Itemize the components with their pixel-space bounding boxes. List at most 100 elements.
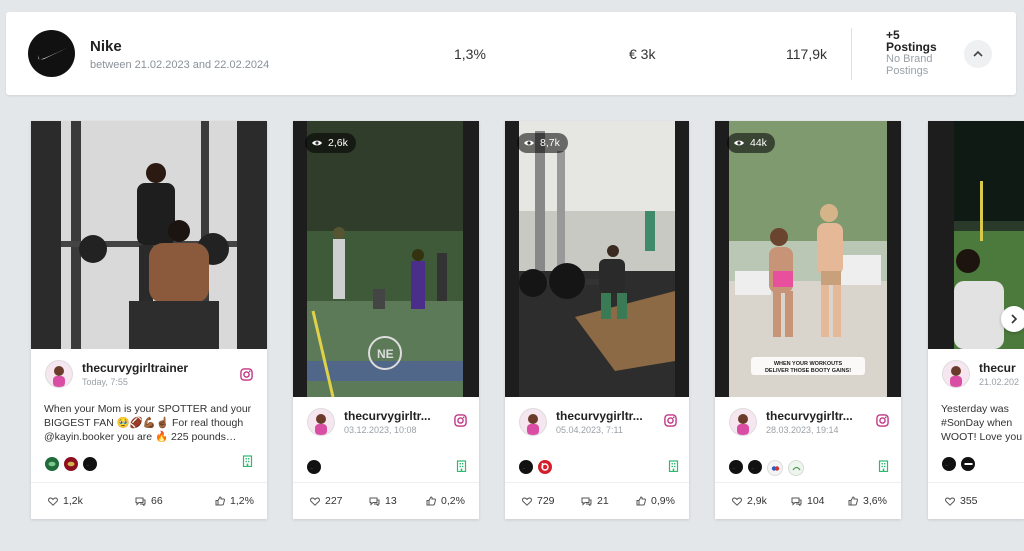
comments-count: 21 — [597, 495, 609, 507]
collapse-button[interactable] — [964, 40, 992, 68]
username[interactable]: thecurvygirltr... — [766, 409, 853, 423]
svg-text:DELIVER THOSE BOOTY GAINS!: DELIVER THOSE BOOTY GAINS! — [765, 368, 851, 374]
brand-tags — [942, 457, 975, 471]
engagement-metric: 1,2% — [215, 495, 254, 507]
brand-logo[interactable] — [767, 460, 783, 476]
brand-logo[interactable] — [788, 460, 804, 476]
views-badge: 8,7k — [517, 133, 568, 153]
company-icon — [242, 455, 253, 467]
avatar[interactable] — [307, 408, 335, 436]
post-author[interactable]: thecur 21.02.202 — [942, 360, 1019, 388]
nike-logo — [28, 30, 75, 77]
post-metrics: 2,9k 104 3,6% — [715, 482, 901, 519]
brand-logo[interactable] — [45, 457, 59, 471]
username[interactable]: thecur — [979, 361, 1019, 375]
brand-logo[interactable] — [64, 457, 78, 471]
thumbs-up-icon — [848, 496, 858, 506]
post-author[interactable]: thecurvygirltrainer Today, 7:55 — [45, 360, 188, 388]
heart-icon — [310, 496, 320, 506]
brand-tags — [45, 457, 97, 471]
likes-count: 227 — [325, 495, 343, 507]
comments-count: 13 — [385, 495, 397, 507]
likes-count: 2,9k — [747, 495, 767, 507]
username[interactable]: thecurvygirltr... — [344, 409, 431, 423]
post-metrics: 227 13 0,2% — [293, 482, 479, 519]
beats-brand-logo[interactable] — [538, 460, 552, 474]
comments-metric: 66 — [135, 495, 163, 507]
eye-icon — [524, 140, 534, 146]
nike-brand-logo[interactable] — [83, 457, 97, 471]
username[interactable]: thecurvygirltrainer — [82, 361, 188, 375]
comments-metric: 104 — [791, 495, 825, 507]
heart-icon — [48, 496, 58, 506]
heart-icon — [732, 496, 742, 506]
post-date: 03.12.2023, 10:08 — [344, 425, 417, 435]
post-card-1[interactable]: thecurvygirltrainer Today, 7:55 When you… — [31, 121, 267, 519]
chevron-up-icon — [973, 50, 983, 57]
postings-summary: +5 Postings No Brand Postings — [886, 29, 937, 77]
post-date: 28.03.2023, 19:14 — [766, 425, 839, 435]
heart-icon — [945, 496, 955, 506]
post-caption: When your Mom is your SPOTTER and your B… — [44, 403, 252, 443]
postings-label: Postings — [886, 40, 937, 54]
no-brand-label-1: No Brand — [886, 53, 933, 65]
date-range: between 21.02.2023 and 22.02.2024 — [90, 59, 270, 71]
post-video-thumbnail[interactable]: 8,7k — [505, 121, 689, 397]
comment-icon — [135, 497, 146, 506]
brand-logo[interactable] — [961, 457, 975, 471]
post-caption: Yesterday was #SonDay when WOOT! Love yo… — [941, 403, 1023, 443]
avatar[interactable] — [45, 360, 73, 388]
nike-brand-logo[interactable] — [519, 460, 533, 474]
nike-brand-logo[interactable] — [729, 460, 743, 474]
comments-count: 66 — [151, 495, 163, 507]
post-date: 21.02.202 — [979, 377, 1020, 387]
avatar[interactable] — [519, 408, 547, 436]
avatar[interactable] — [942, 360, 970, 388]
post-author[interactable]: thecurvygirltr... 03.12.2023, 10:08 — [307, 408, 431, 436]
views-badge: 44k — [727, 133, 775, 153]
brand-tags — [729, 460, 804, 476]
post-author[interactable]: thecurvygirltr... 05.04.2023, 7:11 — [519, 408, 643, 436]
carousel-next-button[interactable] — [1001, 306, 1024, 332]
likes-metric: 2,9k — [732, 495, 767, 507]
post-author[interactable]: thecurvygirltr... 28.03.2023, 19:14 — [729, 408, 853, 436]
brand-tags — [307, 460, 321, 474]
company-icon — [456, 460, 467, 472]
thumbs-up-icon — [636, 496, 646, 506]
instagram-icon — [664, 414, 677, 427]
nike-brand-logo[interactable] — [942, 457, 956, 471]
post-image[interactable] — [31, 121, 267, 349]
nike-brand-logo[interactable] — [307, 460, 321, 474]
post-date: 05.04.2023, 7:11 — [556, 425, 623, 435]
comments-metric: 13 — [369, 495, 397, 507]
post-card-2[interactable]: NE 2,6k thecurvygirltr... 03.12.2023, 10… — [293, 121, 479, 519]
instagram-icon — [876, 414, 889, 427]
likes-metric: 729 — [522, 495, 555, 507]
post-video-thumbnail[interactable]: NE 2,6k — [293, 121, 479, 398]
thumbs-up-icon — [426, 496, 436, 506]
likes-count: 729 — [537, 495, 555, 507]
likes-count: 355 — [960, 495, 978, 507]
engagement-rate: 0,9% — [651, 495, 675, 507]
comments-count: 104 — [807, 495, 825, 507]
company-icon — [668, 460, 679, 472]
engagement-metric: 0,9% — [636, 495, 675, 507]
post-card-3[interactable]: 8,7k thecurvygirltr... 05.04.2023, 7:11 … — [505, 121, 689, 519]
eye-icon — [312, 140, 322, 146]
avatar[interactable] — [729, 408, 757, 436]
engagement-rate: 0,2% — [441, 495, 465, 507]
comments-metric: 21 — [581, 495, 609, 507]
comment-icon — [581, 497, 592, 506]
likes-metric: 1,2k — [48, 495, 83, 507]
likes-count: 1,2k — [63, 495, 83, 507]
post-card-4[interactable]: WHEN YOUR WORKOUTS DELIVER THOSE BOOTY G… — [715, 121, 901, 519]
post-metrics: 729 21 0,9% — [505, 482, 689, 519]
brand-summary-header: Nike between 21.02.2023 and 22.02.2024 1… — [6, 12, 1016, 95]
engagement-metric: 0,2% — [426, 495, 465, 507]
post-video-thumbnail[interactable]: WHEN YOUR WORKOUTS DELIVER THOSE BOOTY G… — [715, 121, 901, 397]
post-metrics: 355 — [928, 482, 1024, 519]
comment-icon — [369, 497, 380, 506]
username[interactable]: thecurvygirltr... — [556, 409, 643, 423]
page-background: Nike between 21.02.2023 and 22.02.2024 1… — [0, 0, 1024, 551]
nike-brand-logo[interactable] — [748, 460, 762, 474]
